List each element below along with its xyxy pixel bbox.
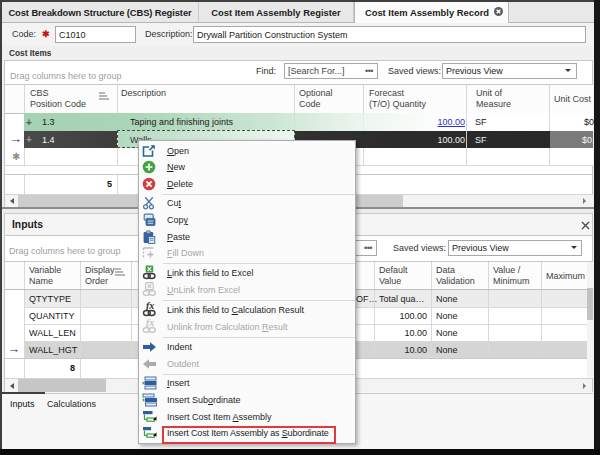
svg-text:fx: fx [146,302,154,311]
svg-text:fx: fx [146,319,154,328]
